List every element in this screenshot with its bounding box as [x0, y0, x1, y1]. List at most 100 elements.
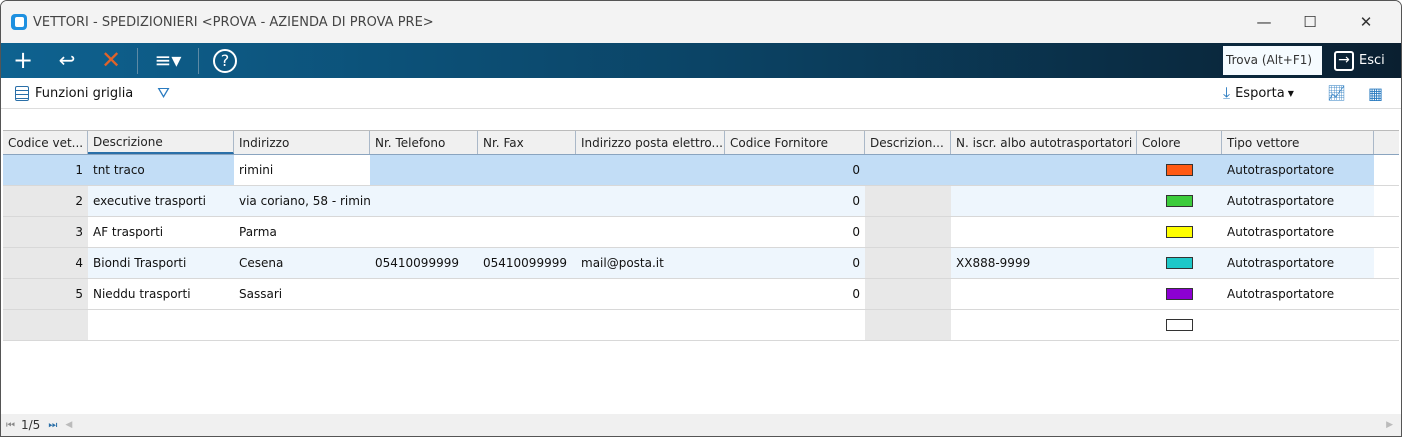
cell-colore[interactable] [1137, 248, 1222, 278]
cell-fax[interactable] [478, 186, 576, 216]
cell-colore[interactable] [1137, 279, 1222, 309]
cell-colore[interactable] [1137, 217, 1222, 247]
cell-telefono[interactable] [370, 279, 478, 309]
cell-fornitore[interactable]: 0 [725, 217, 865, 247]
undo-icon[interactable]: ↩ [45, 43, 89, 78]
cell-fax[interactable] [478, 310, 576, 340]
cell-fax[interactable] [478, 217, 576, 247]
cell-telefono[interactable] [370, 217, 478, 247]
cell-descr2[interactable] [865, 248, 951, 278]
cell-codice[interactable]: 3 [3, 217, 88, 247]
scroll-right-icon[interactable]: ▶ [1386, 420, 1393, 430]
cell-colore[interactable] [1137, 310, 1222, 340]
add-icon[interactable]: + [1, 43, 45, 78]
last-page-icon[interactable]: ⏭ [48, 420, 57, 431]
cell-descrizione[interactable]: executive trasporti [88, 186, 234, 216]
cell-tipo[interactable]: Autotrasportatore [1222, 186, 1374, 216]
cell-codice[interactable]: 2 [3, 186, 88, 216]
table-row[interactable] [3, 310, 1399, 341]
table-row[interactable]: 3 AF trasporti Parma 0 Autotrasportatore [3, 217, 1399, 248]
cell-descrizione[interactable]: Biondi Trasporti [88, 248, 234, 278]
cell-email[interactable] [576, 155, 725, 185]
cell-email[interactable] [576, 279, 725, 309]
cell-indirizzo[interactable]: via coriano, 58 - rimini [234, 186, 370, 216]
column-header[interactable]: Indirizzo [234, 131, 370, 154]
cell-fax[interactable]: 05410099999 [478, 248, 576, 278]
cell-fornitore[interactable]: 0 [725, 186, 865, 216]
table-row[interactable]: 2 executive trasporti via coriano, 58 - ri… [3, 186, 1399, 217]
table-row[interactable]: 4 Biondi Trasporti Cesena 05410099999 054100… [3, 248, 1399, 279]
maximize-button[interactable]: ☐ [1287, 1, 1333, 43]
cell-indirizzo[interactable] [234, 310, 370, 340]
find-input[interactable]: Trova (Alt+F1) [1223, 46, 1322, 75]
cell-albo[interactable] [951, 217, 1137, 247]
cell-descrizione[interactable]: AF trasporti [88, 217, 234, 247]
cell-codice[interactable]: 1 [3, 155, 88, 185]
column-header[interactable]: N. iscr. albo autotrasportatori [951, 131, 1137, 154]
column-header[interactable]: Codice vet... [3, 131, 88, 154]
column-header[interactable]: Nr. Fax [478, 131, 576, 154]
cell-indirizzo[interactable]: rimini [234, 155, 370, 185]
column-header[interactable]: Indirizzo posta elettro... [576, 131, 725, 154]
menu-dropdown-icon[interactable]: ≡▾ [142, 43, 194, 78]
cell-albo[interactable] [951, 310, 1137, 340]
exit-button[interactable]: → Esci [1334, 43, 1385, 78]
cell-descr2[interactable] [865, 186, 951, 216]
cell-descr2[interactable] [865, 279, 951, 309]
help-icon[interactable]: ? [203, 43, 247, 78]
cell-indirizzo[interactable]: Parma [234, 217, 370, 247]
column-header[interactable]: Descrizion... [865, 131, 951, 154]
cell-colore[interactable] [1137, 186, 1222, 216]
cell-codice[interactable]: 4 [3, 248, 88, 278]
cell-fornitore[interactable]: 0 [725, 279, 865, 309]
chart-icon[interactable]: 📈︎ [1327, 84, 1346, 102]
cell-telefono[interactable] [370, 186, 478, 216]
cell-descrizione[interactable]: Nieddu trasporti [88, 279, 234, 309]
grid-layout-icon[interactable]: ▦ [1368, 84, 1383, 103]
column-header[interactable]: Nr. Telefono [370, 131, 478, 154]
table-row[interactable]: 1 tnt traco rimini 0 Autotrasportatore [3, 155, 1399, 186]
cell-tipo[interactable]: Autotrasportatore [1222, 279, 1374, 309]
cell-tipo[interactable]: Autotrasportatore [1222, 217, 1374, 247]
export-button[interactable]: ⤓ Esporta ▼ [1223, 83, 1294, 103]
cell-email[interactable]: mail@posta.it [576, 248, 725, 278]
table-row[interactable]: 5 Nieddu trasporti Sassari 0 Autotrasportato… [3, 279, 1399, 310]
cell-tipo[interactable]: Autotrasportatore [1222, 248, 1374, 278]
cell-descr2[interactable] [865, 310, 951, 340]
cell-albo[interactable] [951, 279, 1137, 309]
scroll-left-icon[interactable]: ◀ [65, 420, 72, 430]
cell-telefono[interactable] [370, 155, 478, 185]
cell-fornitore[interactable]: 0 [725, 155, 865, 185]
cell-email[interactable] [576, 186, 725, 216]
cell-email[interactable] [576, 217, 725, 247]
cell-fax[interactable] [478, 155, 576, 185]
close-button[interactable]: ✕ [1343, 1, 1389, 43]
cell-descrizione[interactable] [88, 310, 234, 340]
column-header[interactable]: Tipo vettore [1222, 131, 1374, 154]
cell-telefono[interactable] [370, 310, 478, 340]
cell-tipo[interactable]: Autotrasportatore [1222, 155, 1374, 185]
delete-icon[interactable]: ✕ [89, 43, 133, 78]
cell-telefono[interactable]: 05410099999 [370, 248, 478, 278]
cell-indirizzo[interactable]: Sassari [234, 279, 370, 309]
minimize-button[interactable]: — [1241, 1, 1287, 43]
cell-email[interactable] [576, 310, 725, 340]
cell-indirizzo[interactable]: Cesena [234, 248, 370, 278]
cell-codice[interactable] [3, 310, 88, 340]
column-header[interactable]: Descrizione [88, 131, 234, 154]
first-page-icon[interactable]: ⏮ [6, 420, 15, 431]
grid-functions-button[interactable]: Funzioni griglia [15, 85, 133, 101]
cell-albo[interactable] [951, 186, 1137, 216]
filter-icon[interactable]: ⛛ [157, 84, 170, 102]
cell-descr2[interactable] [865, 155, 951, 185]
column-header[interactable]: Codice Fornitore [725, 131, 865, 154]
cell-albo[interactable] [951, 155, 1137, 185]
column-header[interactable]: Colore [1137, 131, 1222, 154]
cell-colore[interactable] [1137, 155, 1222, 185]
cell-albo[interactable]: XX888-9999 [951, 248, 1137, 278]
cell-fornitore[interactable] [725, 310, 865, 340]
cell-descrizione[interactable]: tnt traco [88, 155, 234, 185]
cell-codice[interactable]: 5 [3, 279, 88, 309]
cell-fax[interactable] [478, 279, 576, 309]
cell-fornitore[interactable]: 0 [725, 248, 865, 278]
